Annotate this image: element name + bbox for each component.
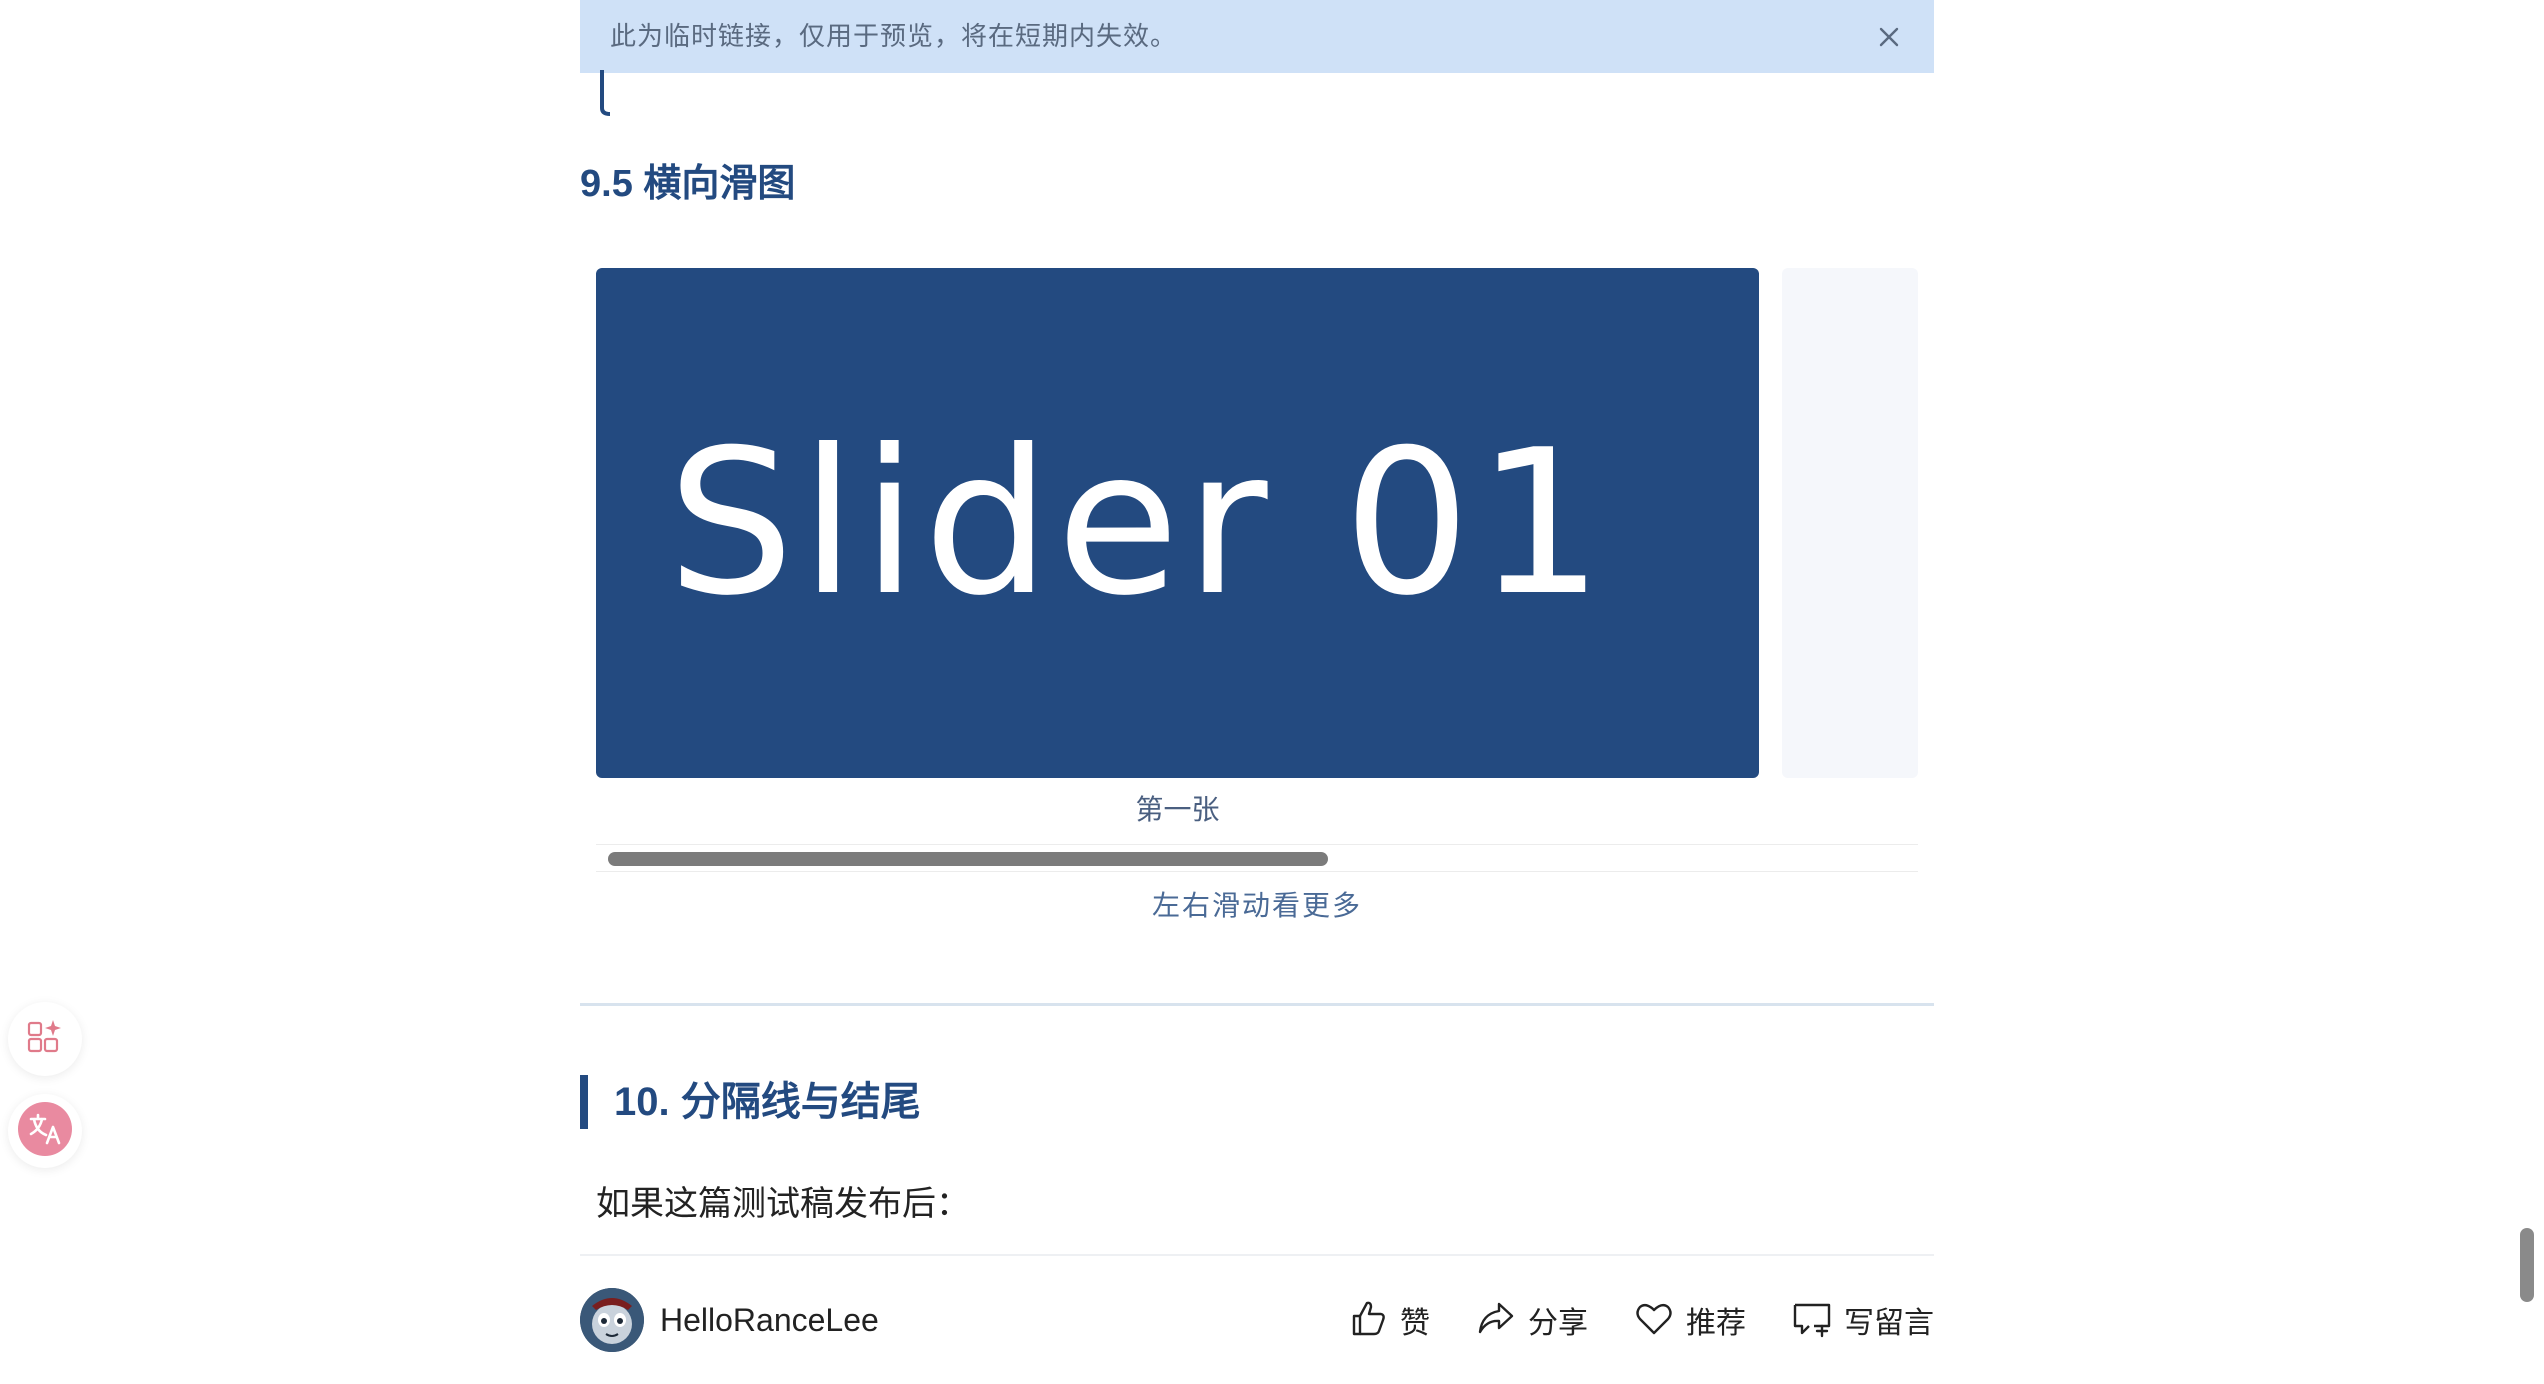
page-scrollbar[interactable] bbox=[2520, 1228, 2534, 1302]
apps-sparkle-icon bbox=[25, 1017, 65, 1062]
section-divider bbox=[580, 1003, 1934, 1006]
translate-button[interactable] bbox=[8, 1094, 82, 1168]
apps-sparkle-button[interactable] bbox=[8, 1002, 82, 1076]
footer-divider bbox=[580, 1254, 1934, 1256]
slide-title: Slider 01 bbox=[667, 406, 1610, 640]
close-icon[interactable] bbox=[1874, 22, 1904, 52]
slider-scrollbar-thumb[interactable] bbox=[608, 852, 1328, 866]
bracket-decoration bbox=[600, 70, 611, 116]
slider-scrollbar[interactable] bbox=[596, 844, 1918, 872]
share-button[interactable]: 分享 bbox=[1474, 1296, 1588, 1345]
comment-button[interactable]: 写留言 bbox=[1790, 1296, 1934, 1345]
slide-01: Slider 01 bbox=[596, 268, 1759, 778]
recommend-button[interactable]: 推荐 bbox=[1632, 1296, 1746, 1345]
article-actions: 赞 分享 推荐 写留言 bbox=[1302, 1290, 1934, 1350]
comment-icon bbox=[1790, 1296, 1834, 1345]
swipe-hint: 左右滑动看更多 bbox=[1151, 890, 1362, 921]
temp-link-notice: 此为临时链接，仅用于预览，将在短期内失效。 bbox=[580, 0, 1934, 73]
like-button[interactable]: 赞 bbox=[1346, 1296, 1430, 1345]
horizontal-slider[interactable]: Slider 01 第一张 bbox=[596, 268, 1918, 878]
heart-icon bbox=[1632, 1296, 1676, 1345]
slide-02-preview bbox=[1782, 268, 1918, 778]
share-label: 分享 bbox=[1528, 1307, 1588, 1340]
section-heading-9-5: 9.5 横向滑图 bbox=[580, 163, 796, 205]
comment-label: 写留言 bbox=[1844, 1307, 1934, 1340]
recommend-label: 推荐 bbox=[1686, 1307, 1746, 1340]
notice-text: 此为临时链接，仅用于预览，将在短期内失效。 bbox=[610, 21, 1178, 51]
like-label: 赞 bbox=[1400, 1307, 1430, 1340]
slide-caption: 第一张 bbox=[1135, 794, 1220, 825]
avatar[interactable] bbox=[580, 1288, 644, 1352]
author-block[interactable]: HelloRanceLee bbox=[580, 1287, 879, 1353]
translate-icon bbox=[17, 1101, 73, 1162]
section-heading-10: 10. 分隔线与结尾 bbox=[580, 1075, 921, 1129]
share-icon bbox=[1474, 1296, 1518, 1345]
paragraph: 如果这篇测试稿发布后： bbox=[596, 1185, 970, 1223]
thumbs-up-icon bbox=[1346, 1296, 1390, 1345]
author-name[interactable]: HelloRanceLee bbox=[660, 1302, 879, 1339]
